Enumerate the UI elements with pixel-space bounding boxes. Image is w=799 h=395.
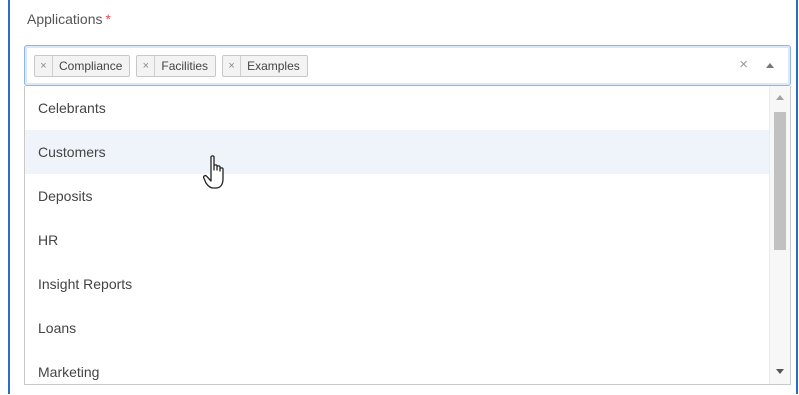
- scroll-up-arrow-icon[interactable]: [776, 95, 784, 100]
- hand-pointer-icon: [203, 155, 224, 189]
- options-list: Celebrants Customers Deposits HR Insight…: [25, 86, 769, 384]
- scrollbar-thumb[interactable]: [774, 112, 786, 250]
- tag-label: Facilities: [161, 59, 209, 73]
- scroll-down-arrow-icon[interactable]: [776, 369, 784, 374]
- clear-all-button[interactable]: ×: [739, 56, 748, 73]
- tag-remove-button[interactable]: ×: [35, 56, 53, 76]
- caret-up-icon[interactable]: [766, 63, 774, 68]
- tag-remove-button[interactable]: ×: [223, 56, 242, 76]
- option-hr[interactable]: HR: [25, 218, 769, 262]
- tag-remove-button[interactable]: ×: [137, 56, 156, 76]
- tag-label: Examples: [247, 59, 300, 73]
- option-loans[interactable]: Loans: [25, 306, 769, 350]
- field-label: Applications *: [27, 11, 111, 27]
- field-label-text: Applications: [27, 11, 103, 27]
- required-marker: *: [105, 11, 111, 27]
- selected-tags: × Compliance × Facilities × Examples: [34, 55, 308, 77]
- tag-label: Compliance: [59, 59, 123, 73]
- option-insight-reports[interactable]: Insight Reports: [25, 262, 769, 306]
- tag-examples: × Examples: [222, 55, 308, 77]
- option-deposits[interactable]: Deposits: [25, 174, 769, 218]
- dropdown-scrollbar[interactable]: [769, 86, 790, 384]
- options-dropdown: Celebrants Customers Deposits HR Insight…: [24, 86, 791, 385]
- tag-facilities: × Facilities: [136, 55, 217, 77]
- applications-multiselect[interactable]: × Compliance × Facilities × Examples ×: [24, 45, 791, 86]
- option-customers[interactable]: Customers: [25, 130, 769, 174]
- tag-compliance: × Compliance: [34, 55, 131, 77]
- option-celebrants[interactable]: Celebrants: [25, 86, 769, 130]
- option-marketing[interactable]: Marketing: [25, 350, 769, 384]
